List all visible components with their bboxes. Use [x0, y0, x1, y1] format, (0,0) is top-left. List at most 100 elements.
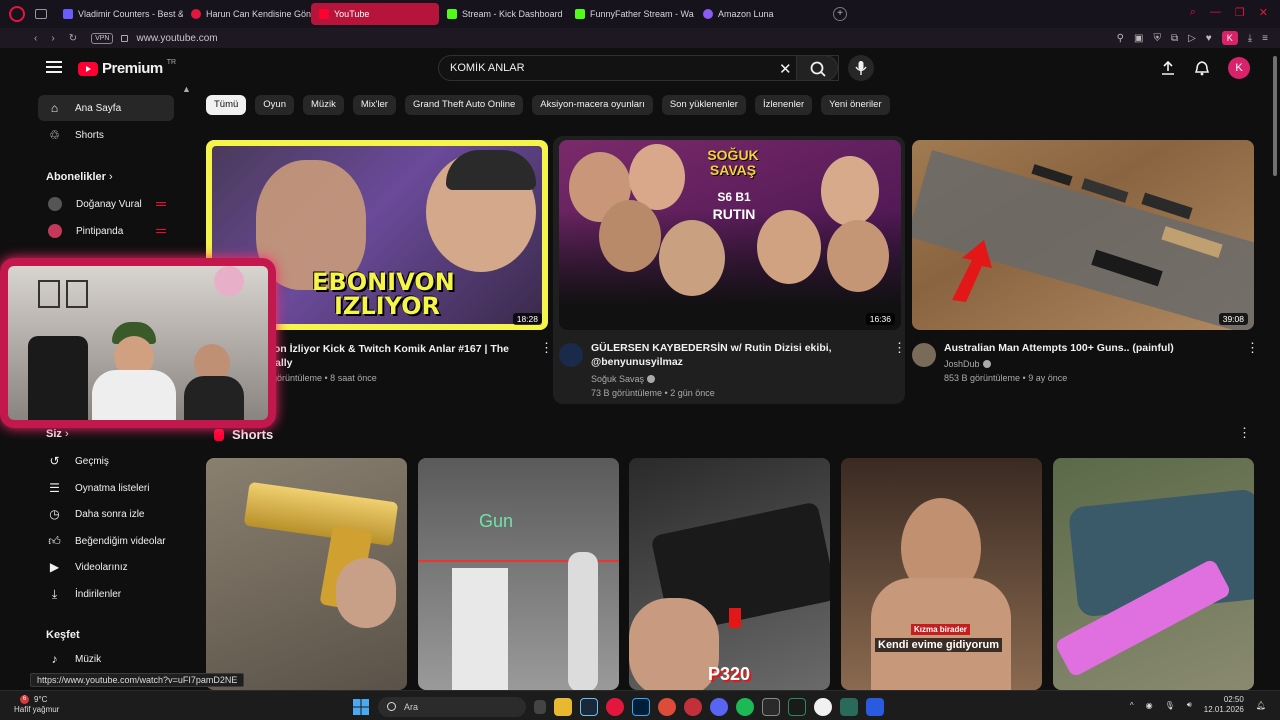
- tray-chevron-icon[interactable]: ^: [1130, 701, 1134, 710]
- weather-widget[interactable]: 6 9°C Hafif yağmur: [14, 695, 59, 715]
- channel-name[interactable]: JoshDub: [944, 357, 991, 371]
- sidebar-item-playlists[interactable]: ☰ Oynatma listeleri: [38, 475, 174, 501]
- sidebar-scroll-up-icon[interactable]: ▲: [182, 84, 191, 94]
- obs-icon[interactable]: [814, 698, 832, 716]
- subscriptions-heading[interactable]: Abonelikler ›: [46, 171, 113, 183]
- chip[interactable]: Grand Theft Auto Online: [404, 95, 524, 115]
- player-icon[interactable]: ▷: [1188, 33, 1196, 44]
- opera-logo-icon[interactable]: [9, 6, 25, 22]
- notifications-icon[interactable]: 🔔︎: [1256, 701, 1266, 710]
- you-heading[interactable]: Siz ›: [46, 428, 69, 440]
- short-card[interactable]: [1053, 458, 1254, 690]
- app-icon[interactable]: [788, 698, 806, 716]
- close-window-button[interactable]: ✕: [1259, 6, 1268, 19]
- chip[interactable]: İzlenenler: [754, 95, 813, 115]
- clear-search-icon[interactable]: ✕: [779, 60, 792, 78]
- short-card[interactable]: Gun: [418, 458, 619, 690]
- more-actions-icon[interactable]: ⋮: [540, 341, 553, 354]
- heart-icon[interactable]: ♥: [1206, 33, 1212, 44]
- forward-icon[interactable]: ›: [51, 33, 54, 44]
- back-icon[interactable]: ‹: [34, 33, 37, 44]
- lock-icon[interactable]: [121, 34, 129, 42]
- photoshop-icon[interactable]: [632, 698, 650, 716]
- video-thumbnail[interactable]: SOĞUK SAVAŞ S6 B1 RUTIN 16:36: [559, 140, 901, 330]
- sidebar-item-watch-later[interactable]: ◷ Daha sonra izle: [38, 501, 174, 527]
- maximize-button[interactable]: ❐: [1235, 6, 1245, 19]
- network-icon[interactable]: ◉: [1146, 701, 1153, 710]
- sidebar-item-downloads[interactable]: ⤓ İndirilenler: [38, 581, 174, 607]
- sidebar-item-shorts[interactable]: ♲ Shorts: [38, 122, 174, 148]
- search-tabs-icon[interactable]: ⌕: [1190, 6, 1196, 19]
- profile-avatar[interactable]: K: [1221, 31, 1238, 45]
- sidebar-item-subscription[interactable]: Doğanay Vural: [38, 191, 174, 217]
- voice-search-button[interactable]: [848, 55, 874, 81]
- microphone-icon[interactable]: 🎙︎: [1165, 701, 1175, 710]
- task-view-icon[interactable]: [534, 700, 546, 714]
- url-field[interactable]: www.youtube.com: [136, 33, 217, 44]
- sidebar-item-subscription[interactable]: Pintipanda: [38, 218, 174, 244]
- sidebar-item-music[interactable]: ♪ Müzik: [38, 646, 174, 672]
- channel-name[interactable]: Soğuk Savaş: [591, 372, 656, 386]
- download-icon[interactable]: ⤓: [1248, 33, 1252, 44]
- browser-tab-active[interactable]: YouTube: [311, 3, 439, 25]
- video-thumbnail[interactable]: 39:08: [912, 140, 1254, 330]
- hamburger-menu-icon[interactable]: [46, 61, 62, 73]
- shorts-more-icon[interactable]: ⋮: [1238, 426, 1251, 439]
- notifications-bell-icon[interactable]: [1194, 60, 1210, 76]
- chip[interactable]: Müzik: [303, 95, 344, 115]
- video-title[interactable]: Australian Man Attempts 100+ Guns.. (pai…: [944, 341, 1234, 355]
- more-actions-icon[interactable]: ⋮: [893, 341, 906, 354]
- browser-tab[interactable]: Stream - Kick Dashboard: [439, 3, 567, 25]
- chip[interactable]: Son yüklenenler: [661, 95, 746, 115]
- more-actions-icon[interactable]: ⋮: [1246, 341, 1259, 354]
- page-scrollbar[interactable]: [1270, 48, 1280, 688]
- short-card[interactable]: P320: [629, 458, 830, 690]
- taskbar-search[interactable]: Ara: [378, 697, 526, 717]
- opera-gx-icon[interactable]: [606, 698, 624, 716]
- youtube-logo[interactable]: Premium TR: [78, 59, 176, 77]
- chip[interactable]: Yeni öneriler: [821, 95, 890, 115]
- short-card[interactable]: Kızma birader Kendi evime gidiyorum: [841, 458, 1042, 690]
- snapshot-icon[interactable]: ▣: [1134, 33, 1143, 44]
- tab-overview-icon[interactable]: [35, 9, 47, 19]
- browser-tab[interactable]: FunnyFather Stream - Wa: [567, 3, 695, 25]
- browser-tab[interactable]: Vladimir Counters - Best &: [55, 3, 183, 25]
- chrome-icon[interactable]: [658, 698, 676, 716]
- windows-start-icon[interactable]: [352, 698, 370, 716]
- sidebar-item-history[interactable]: ↺ Geçmiş: [38, 448, 174, 474]
- new-tab-button[interactable]: +: [833, 7, 847, 21]
- search-button[interactable]: [796, 55, 838, 81]
- video-title[interactable]: von İzliyor Kick & Twitch Komik Anlar #1…: [268, 342, 536, 370]
- vpn-badge[interactable]: VPN: [91, 32, 114, 44]
- volume-icon[interactable]: 🔊︎: [1187, 700, 1192, 710]
- reload-icon[interactable]: ↻: [69, 33, 77, 44]
- browser-tab[interactable]: Amazon Luna: [695, 3, 823, 25]
- discord-icon[interactable]: [710, 698, 728, 716]
- channel-avatar[interactable]: [912, 343, 936, 367]
- app-icon[interactable]: [684, 698, 702, 716]
- app-icon[interactable]: [866, 698, 884, 716]
- extensions-icon[interactable]: ⧉: [1171, 33, 1178, 44]
- short-card[interactable]: [206, 458, 407, 690]
- pin-icon[interactable]: ⚲: [1117, 33, 1124, 44]
- chip[interactable]: Tümü: [206, 95, 247, 115]
- epic-games-icon[interactable]: [762, 698, 780, 716]
- browser-tab[interactable]: Harun Can Kendisine Göng: [183, 3, 311, 25]
- steam-icon[interactable]: [580, 698, 598, 716]
- file-explorer-icon[interactable]: [554, 698, 572, 716]
- sidebar-item-your-videos[interactable]: ▶ Videolarınız: [38, 554, 174, 580]
- account-avatar[interactable]: K: [1228, 57, 1250, 79]
- taskbar-clock[interactable]: 02:50 12.01.2026: [1204, 695, 1244, 715]
- chip[interactable]: Aksiyon-macera oyunları: [532, 95, 653, 115]
- app-icon[interactable]: [840, 698, 858, 716]
- chip[interactable]: Mix'ler: [352, 95, 396, 115]
- sidebar-item-liked-videos[interactable]: 👍︎ Beğendiğim videolar: [38, 528, 174, 554]
- minimize-button[interactable]: —: [1210, 6, 1221, 19]
- chip[interactable]: Oyun: [255, 95, 295, 115]
- menu-icon[interactable]: ≡: [1262, 33, 1268, 44]
- channel-avatar[interactable]: [559, 343, 583, 367]
- spotify-icon[interactable]: [736, 698, 754, 716]
- scrollbar-thumb[interactable]: [1273, 56, 1277, 176]
- upload-icon[interactable]: [1160, 60, 1176, 76]
- sidebar-item-home[interactable]: ⌂ Ana Sayfa: [38, 95, 174, 121]
